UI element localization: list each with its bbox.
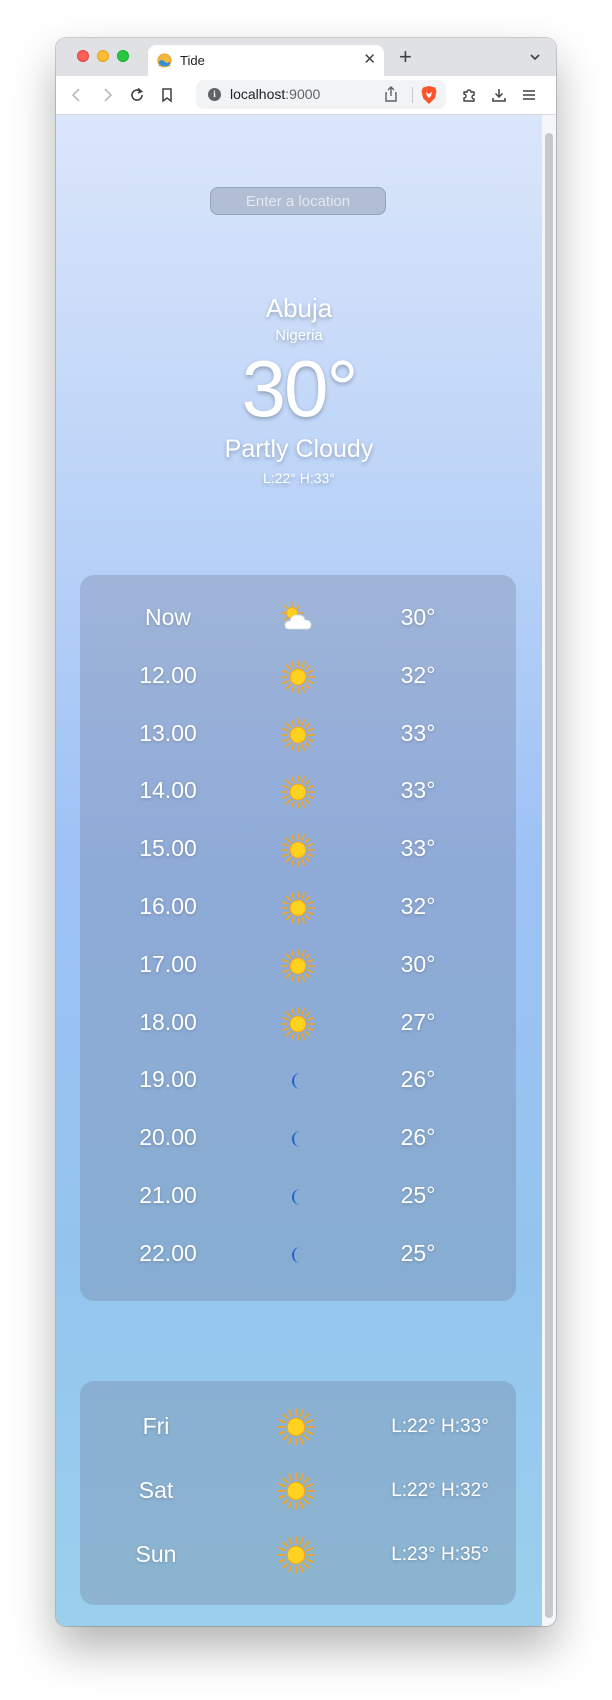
hour-time: 18.00 bbox=[139, 1008, 197, 1035]
hour-temperature: 27° bbox=[400, 1008, 436, 1035]
sun-icon bbox=[276, 1471, 316, 1511]
sun-icon bbox=[280, 890, 316, 926]
close-window-button[interactable] bbox=[77, 50, 89, 62]
day-low-high: L:22° H:32° bbox=[391, 1480, 489, 1501]
moon-icon bbox=[280, 1063, 316, 1099]
back-icon[interactable] bbox=[68, 86, 86, 104]
bookmark-icon[interactable] bbox=[158, 86, 176, 104]
moon-icon bbox=[280, 1237, 316, 1273]
hour-time: 21.00 bbox=[139, 1182, 197, 1208]
hourly-row: 17.00 30° bbox=[80, 936, 516, 994]
tab-strip: Tide ✕ + bbox=[56, 38, 556, 76]
hourly-row: 12.00 32° bbox=[80, 647, 516, 705]
daily-row: Fri L:22° H:33° bbox=[80, 1393, 516, 1457]
hourly-row: 20.00 26° bbox=[80, 1109, 516, 1167]
tab-list-chevron-down-icon[interactable] bbox=[528, 50, 542, 64]
sun-icon bbox=[276, 1535, 316, 1575]
hour-temperature: 33° bbox=[400, 719, 436, 746]
country-name: Nigeria bbox=[275, 327, 323, 344]
url-text[interactable]: localhost:9000 bbox=[230, 86, 320, 102]
daily-row: Sat L:22° H:32° bbox=[80, 1457, 516, 1521]
site-info-icon[interactable]: i bbox=[208, 88, 221, 101]
hour-temperature: 25° bbox=[400, 1182, 436, 1208]
sun-icon bbox=[280, 948, 316, 984]
share-icon[interactable] bbox=[384, 86, 398, 102]
url-host: localhost bbox=[230, 86, 286, 102]
sun-icon bbox=[280, 1006, 316, 1042]
reload-icon[interactable] bbox=[128, 86, 146, 104]
tab-tide[interactable]: Tide ✕ bbox=[148, 45, 384, 76]
sun-icon bbox=[280, 717, 316, 753]
hour-time: Now bbox=[144, 604, 191, 630]
hourly-row: 18.00 27° bbox=[80, 994, 516, 1052]
hourly-row: 16.00 32° bbox=[80, 878, 516, 936]
current-condition: Partly Cloudy bbox=[224, 435, 374, 463]
close-tab-icon[interactable]: ✕ bbox=[363, 51, 376, 69]
hourly-row: 21.00 25° bbox=[80, 1167, 516, 1225]
hour-time: 17.00 bbox=[139, 950, 197, 977]
hour-time: 14.00 bbox=[139, 777, 197, 804]
menu-icon[interactable] bbox=[520, 86, 538, 104]
day-name: Sat bbox=[138, 1477, 174, 1503]
city-name: Abuja bbox=[265, 293, 333, 323]
hourly-row: 14.00 33° bbox=[80, 762, 516, 820]
moon-icon bbox=[280, 1179, 316, 1215]
scrollbar-thumb[interactable] bbox=[545, 133, 553, 1618]
scrollbar-track[interactable] bbox=[542, 115, 556, 1626]
day-name: Sun bbox=[135, 1541, 177, 1567]
download-icon[interactable] bbox=[490, 86, 508, 104]
extensions-icon[interactable] bbox=[460, 86, 478, 104]
hourly-row: 15.00 33° bbox=[80, 820, 516, 878]
weather-page: Abuja Nigeria 30° Partly Cloudy L:22° H:… bbox=[56, 115, 556, 1626]
forward-icon[interactable] bbox=[98, 86, 116, 104]
hour-time: 13.00 bbox=[139, 719, 197, 746]
hour-temperature: 26° bbox=[400, 1124, 436, 1151]
current-temperature: 30° bbox=[241, 344, 359, 433]
sun-icon bbox=[280, 659, 316, 695]
sun-icon bbox=[280, 774, 316, 810]
divider bbox=[412, 87, 413, 103]
hour-temperature: 32° bbox=[400, 661, 436, 688]
hour-time: 15.00 bbox=[139, 835, 197, 862]
url-port: :9000 bbox=[285, 86, 321, 102]
hourly-row: Now 30° bbox=[80, 589, 516, 647]
hourly-row: 22.00 25° bbox=[80, 1225, 516, 1283]
hour-time: 16.00 bbox=[139, 893, 197, 919]
tab-title: Tide bbox=[180, 53, 205, 68]
hour-time: 22.00 bbox=[139, 1239, 197, 1266]
hourly-row: 19.00 26° bbox=[80, 1051, 516, 1109]
hour-temperature: 33° bbox=[400, 777, 436, 804]
hourly-row: 13.00 33° bbox=[80, 705, 516, 763]
hour-time: 20.00 bbox=[139, 1124, 197, 1151]
hour-temperature: 25° bbox=[400, 1239, 436, 1266]
partly-cloudy-icon bbox=[280, 601, 316, 637]
current-low-high: L:22° H:33° bbox=[263, 470, 335, 486]
hour-temperature: 32° bbox=[400, 893, 436, 919]
hour-temperature: 26° bbox=[400, 1066, 436, 1093]
moon-icon bbox=[280, 1121, 316, 1157]
hour-temperature: 30° bbox=[400, 950, 436, 977]
hour-temperature: 33° bbox=[400, 835, 436, 862]
location-search-input[interactable] bbox=[210, 187, 386, 215]
minimize-window-button[interactable] bbox=[97, 50, 109, 62]
hourly-forecast-panel: Now 30° 12.00 32° 13.00 33° 14.00 33° 15.00 … bbox=[80, 575, 516, 1301]
new-tab-icon[interactable]: + bbox=[399, 46, 412, 68]
sun-icon bbox=[280, 832, 316, 868]
sun-icon bbox=[276, 1407, 316, 1447]
zoom-window-button[interactable] bbox=[117, 50, 129, 62]
hour-time: 12.00 bbox=[139, 661, 197, 688]
address-bar[interactable]: i localhost:9000 bbox=[196, 80, 446, 109]
browser-toolbar: i localhost:9000 bbox=[56, 76, 556, 115]
day-name: Fri bbox=[142, 1413, 170, 1439]
day-low-high: L:22° H:33° bbox=[391, 1416, 489, 1437]
brave-shields-icon[interactable] bbox=[420, 85, 438, 105]
day-low-high: L:23° H:35° bbox=[391, 1544, 489, 1565]
daily-forecast-panel: Fri L:22° H:33° Sat L:22° H:32° Sun L:23° … bbox=[80, 1381, 516, 1605]
hour-time: 19.00 bbox=[139, 1066, 197, 1093]
tide-favicon-icon bbox=[157, 53, 172, 68]
hour-temperature: 30° bbox=[400, 604, 436, 630]
browser-window: Tide ✕ + i localhost:9000 Enter a locati… bbox=[56, 38, 556, 1626]
daily-row: Sun L:23° H:35° bbox=[80, 1521, 516, 1585]
